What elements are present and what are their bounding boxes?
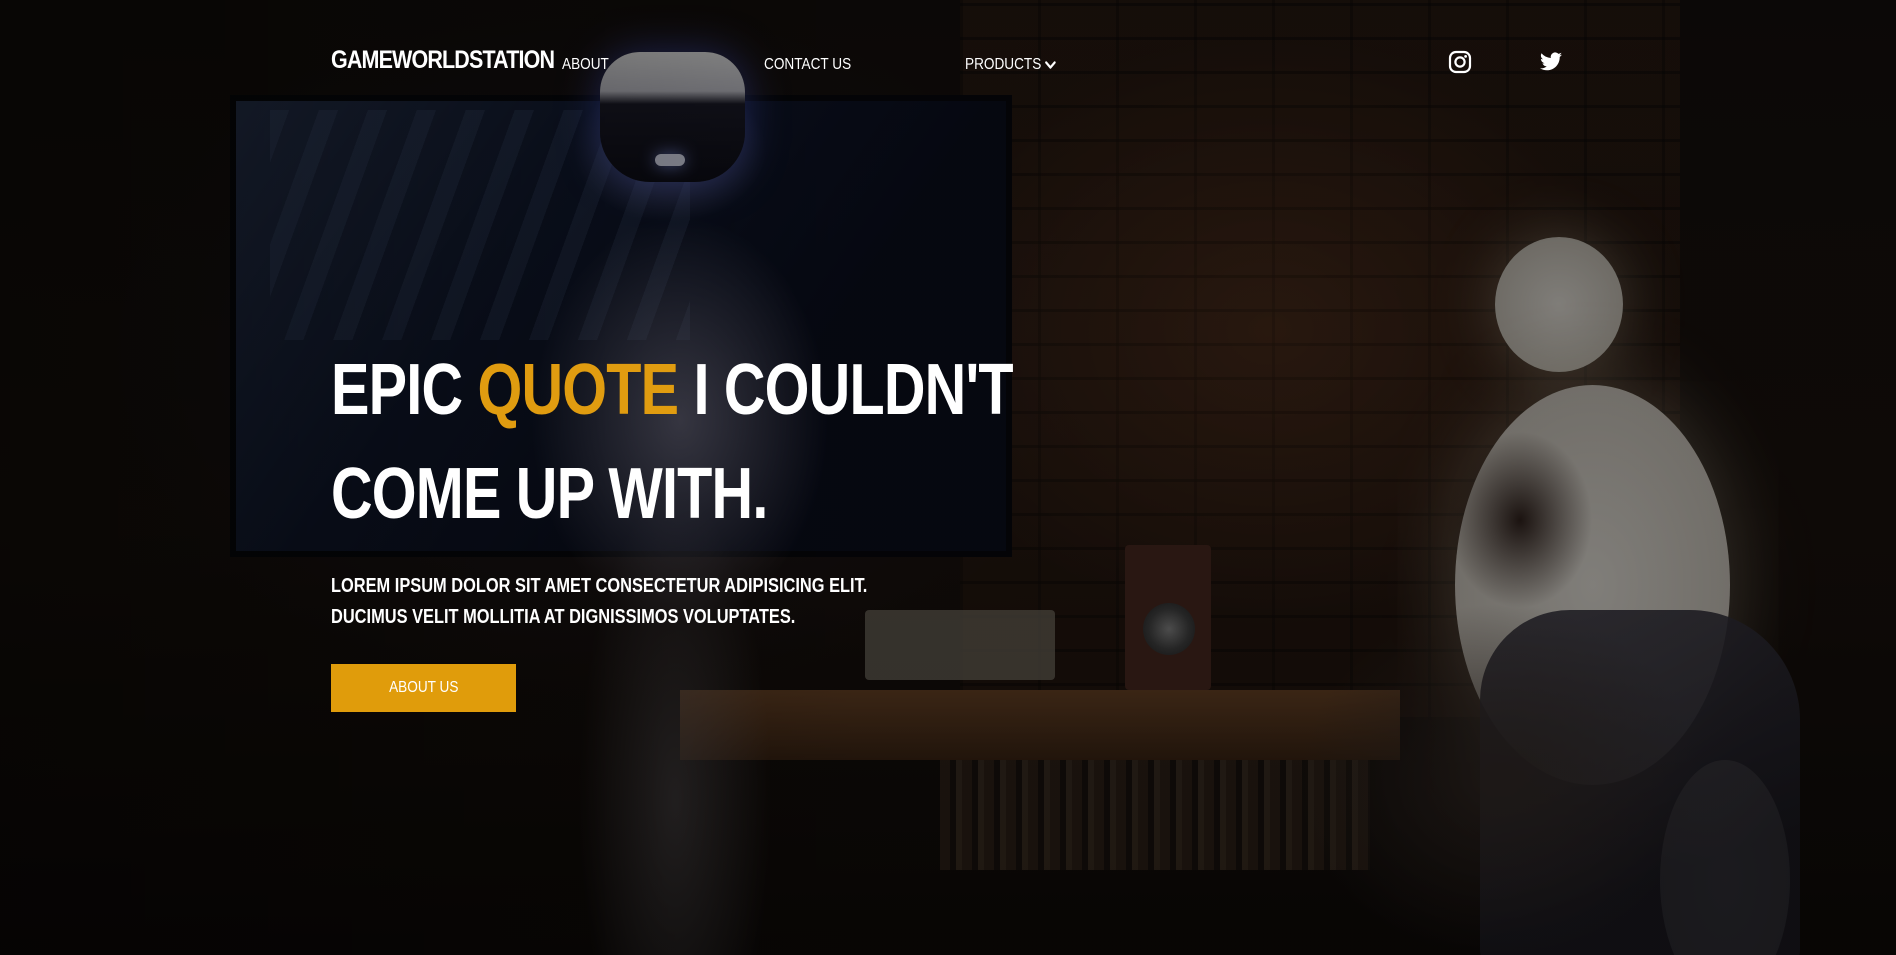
hero-heading-part2: I COULDN'T: [678, 350, 1013, 430]
twitter-icon[interactable]: [1539, 50, 1563, 74]
nav-link-about[interactable]: ABOUT: [562, 56, 609, 74]
chevron-down-icon: [1044, 61, 1056, 69]
site-logo[interactable]: GAMEWORLDSTATION: [331, 46, 555, 75]
hero-heading-accent: QUOTE: [477, 350, 679, 430]
nav-link-products[interactable]: PRODUCTS: [965, 56, 1056, 74]
instagram-icon[interactable]: [1448, 50, 1472, 74]
nav-products-label: PRODUCTS: [965, 56, 1042, 73]
site-header: GAMEWORLDSTATION ABOUT CONTACT US PRODUC…: [0, 0, 1896, 130]
hero-description: LOREM IPSUM DOLOR SIT AMET CONSECTETUR A…: [331, 575, 868, 628]
hero-heading-line2: COME UP WITH.: [331, 454, 768, 534]
about-us-button[interactable]: ABOUT US: [331, 664, 516, 712]
nav-link-contact[interactable]: CONTACT US: [764, 56, 851, 74]
about-us-button-label: ABOUT US: [388, 679, 459, 696]
hero-heading: EPIC QUOTE I COULDN'T COME UP WITH.: [331, 338, 1014, 546]
dark-overlay: [0, 0, 1896, 955]
hero-heading-part1: EPIC: [331, 350, 478, 430]
